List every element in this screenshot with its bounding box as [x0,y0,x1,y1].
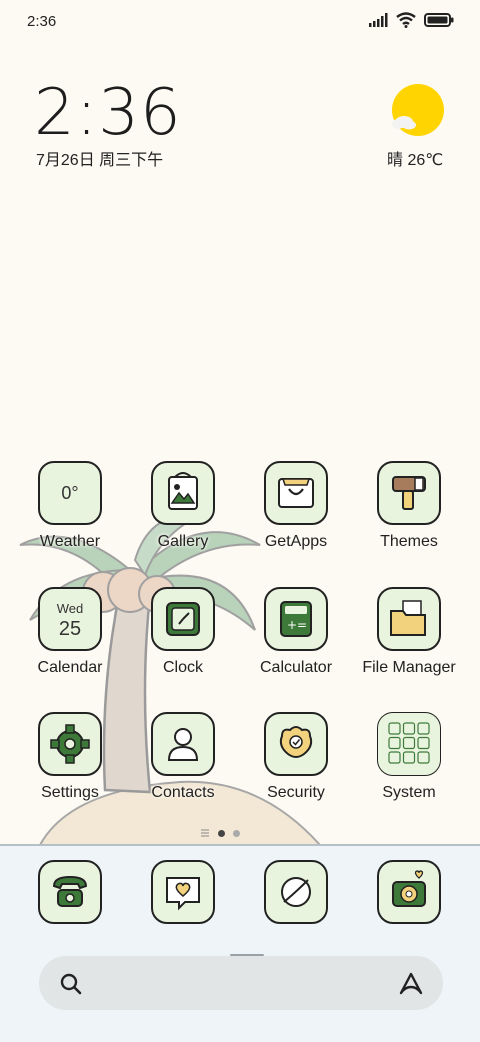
app-label: GetApps [264,533,328,550]
app-label: Settings [41,784,99,801]
messages-icon [151,860,215,924]
battery-icon [424,13,454,27]
themes-icon [377,461,441,525]
app-getapps[interactable]: GetApps [240,461,352,551]
status-icons [368,12,454,28]
page-dot[interactable] [233,829,240,837]
system-folder-icon [377,712,441,776]
app-calculator[interactable]: += Calculator [240,587,352,677]
app-label: Calendar [37,659,103,676]
phone-icon [38,860,102,924]
wifi-icon [396,12,416,28]
app-label: Themes [380,533,438,550]
clock-widget-date[interactable]: 7月26日 周三下午 [36,146,163,170]
calendar-icon-day: Wed [56,601,84,616]
app-weather[interactable]: 0° Weather [14,461,126,551]
calendar-icon: Wed 25 [38,587,102,651]
dock-phone[interactable] [14,860,126,924]
camera-icon [377,860,441,924]
app-system-folder[interactable]: System [353,712,465,802]
clock-icon [151,587,215,651]
weather-icon-temp: 0° [61,483,79,503]
app-label: Contacts [151,784,215,801]
app-settings[interactable]: Settings [14,712,126,802]
calendar-icon-date: 25 [58,618,82,640]
app-security[interactable]: Security [240,712,352,802]
status-bar: 2:36 [0,0,480,44]
app-label: Calculator [259,659,333,676]
gallery-icon [151,461,215,525]
signal-icon [369,13,388,27]
security-icon [264,712,328,776]
browser-icon [264,860,328,924]
gear-icon [38,712,102,776]
dock-browser[interactable] [240,860,352,924]
svg-text:+=: += [287,618,307,632]
app-label: File Manager [362,659,456,676]
page-indicator[interactable] [200,828,240,838]
sun-cloud-icon[interactable] [391,84,445,138]
assistant-icon[interactable] [397,970,425,996]
app-label: Clock [162,659,203,676]
app-clock[interactable]: Clock [127,587,239,677]
folder-icon [377,587,441,651]
contact-icon [151,712,215,776]
app-label: Gallery [157,533,209,550]
app-calendar[interactable]: Wed 25 Calendar [14,587,126,677]
dock-camera[interactable] [353,860,465,924]
dock-messages[interactable] [127,860,239,924]
app-contacts[interactable]: Contacts [127,712,239,802]
weather-icon: 0° [38,461,102,525]
app-label: Weather [39,533,101,550]
list-view-icon [201,829,209,837]
app-themes[interactable]: Themes [353,461,465,551]
calculator-icon: += [264,587,328,651]
search-icon[interactable] [59,972,83,996]
app-gallery[interactable]: Gallery [127,461,239,551]
app-file-manager[interactable]: File Manager [353,587,465,677]
clock-widget-time[interactable]: 2:36 [34,76,182,150]
page-dot-active[interactable] [218,829,225,837]
app-label: System [382,784,436,801]
app-label: Security [267,784,325,801]
status-time: 2:36 [27,13,57,30]
search-bar[interactable] [39,956,443,1010]
getapps-icon [264,461,328,525]
weather-widget-text[interactable]: 晴 26℃ [387,146,443,170]
dock [0,844,480,1042]
